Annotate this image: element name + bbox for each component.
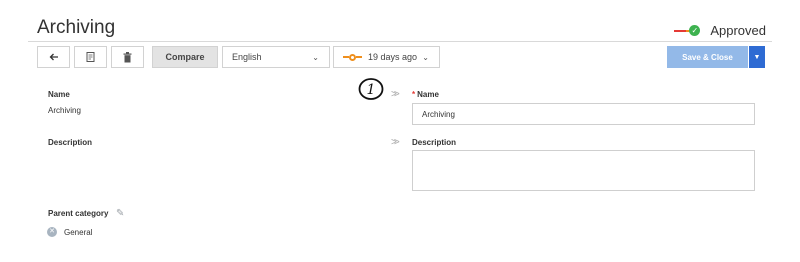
page-title: Archiving	[37, 17, 116, 38]
compare-button[interactable]: Compare	[152, 46, 218, 68]
chevron-down-icon: ⌄	[422, 52, 429, 62]
source-name-value: Archiving	[48, 106, 81, 115]
save-options-button[interactable]: ▼	[749, 46, 765, 68]
edit-pencil-icon[interactable]: ✎	[116, 208, 124, 219]
header-divider	[28, 41, 772, 42]
name-input-value: Archiving	[422, 109, 455, 119]
version-value: 19 days ago	[368, 52, 418, 62]
source-name-label: Name	[48, 90, 70, 99]
status-label: Approved	[710, 23, 766, 38]
target-name-label-text: Name	[417, 90, 439, 99]
back-button[interactable]	[37, 46, 70, 68]
step-number-badge-icon: 1	[358, 78, 384, 100]
delete-button[interactable]	[111, 46, 144, 68]
parent-category-value: General	[64, 228, 93, 237]
parent-category-label: Parent category	[48, 209, 109, 218]
source-description-label: Description	[48, 138, 93, 147]
copy-description-arrow-icon[interactable]: >>	[391, 137, 400, 148]
document-icon	[86, 52, 95, 62]
description-textarea[interactable]	[412, 150, 755, 191]
step-number-text: 1	[367, 82, 376, 98]
trash-icon	[123, 51, 132, 62]
version-icon	[343, 53, 362, 61]
target-description-label: Description	[412, 138, 457, 147]
version-select[interactable]: 19 days ago ⌄	[333, 46, 440, 68]
toolbar: Compare English ⌄ 19 days ago ⌄	[37, 46, 440, 68]
save-close-button[interactable]: Save & Close	[667, 46, 748, 68]
language-value: English	[232, 52, 262, 62]
caret-down-icon: ▼	[753, 53, 761, 61]
arrow-left-icon	[49, 53, 58, 61]
name-input[interactable]: Archiving	[412, 103, 755, 125]
required-asterisk: *	[412, 90, 416, 99]
workflow-status[interactable]: ✓ Approved	[674, 23, 766, 38]
copy-name-arrow-icon[interactable]: >>	[391, 89, 400, 100]
approved-status-icon: ✓	[674, 24, 701, 37]
target-name-label: * Name	[412, 90, 439, 99]
remove-category-icon[interactable]: ✕	[47, 227, 57, 237]
language-select[interactable]: English ⌄	[222, 46, 330, 68]
chevron-down-icon: ⌄	[312, 52, 319, 62]
document-button[interactable]	[74, 46, 107, 68]
